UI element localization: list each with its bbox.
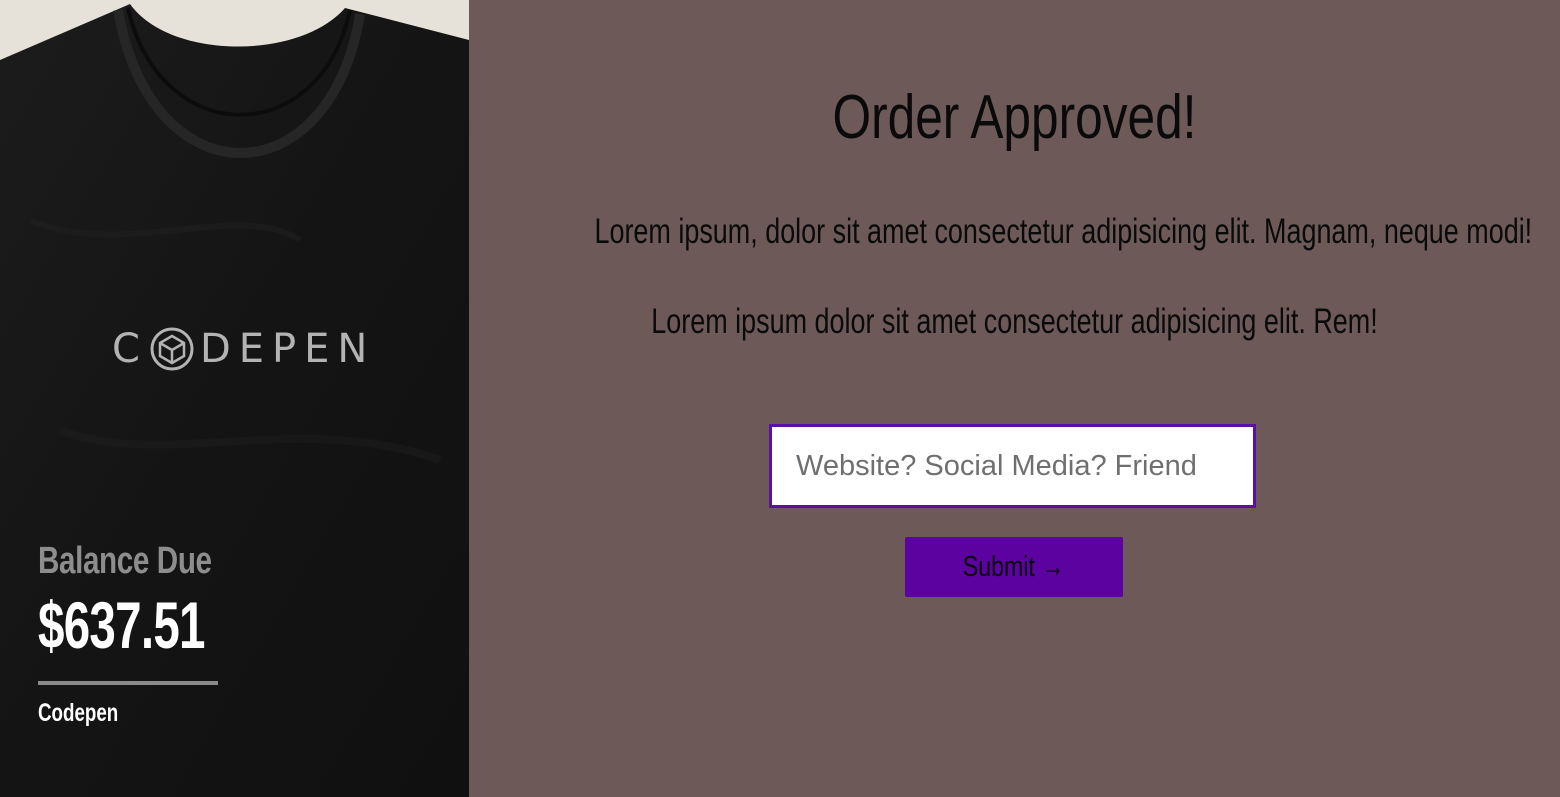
submit-button-label: Submit → [963,550,1065,583]
balance-amount: $637.51 [38,588,205,662]
divider [38,681,218,685]
order-confirmation-page: C DEPEN Balance Due $637.51 Codepen Orde… [0,0,1560,797]
balance-block: Balance Due $637.51 Codepen [38,540,218,728]
description-paragraph-2: Lorem ipsum dolor sit amet consectetur a… [651,302,1378,341]
balance-label: Balance Due [38,540,212,582]
page-title: Order Approved! [832,83,1197,152]
logo-letter-c: C [112,326,148,372]
logo-letters-depen: DEPEN [199,326,376,372]
codepen-cube-icon [150,327,194,371]
referral-source-input[interactable] [769,424,1256,508]
codepen-logo: C DEPEN [112,326,375,372]
product-panel: C DEPEN Balance Due $637.51 Codepen [0,0,469,797]
confirmation-panel: Order Approved! Lorem ipsum, dolor sit a… [469,0,1560,797]
submit-button[interactable]: Submit → [905,537,1123,597]
description-paragraph-1: Lorem ipsum, dolor sit amet consectetur … [594,212,1533,251]
brand-name: Codepen [38,699,119,727]
